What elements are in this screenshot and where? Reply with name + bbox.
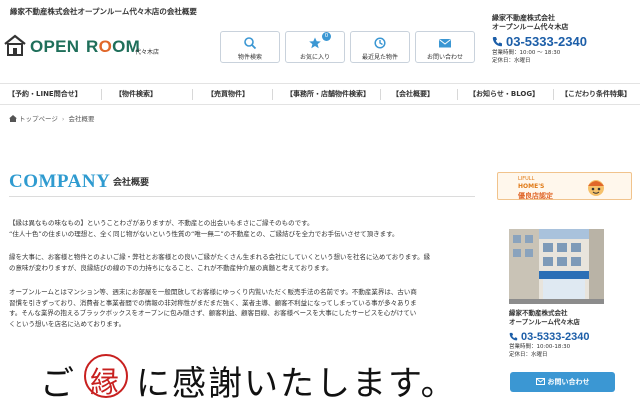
sidebar-closed: 定休日：水曜日 — [509, 352, 548, 358]
page-title: COMPANY 会社概要 — [9, 171, 475, 197]
sidebar-contact-button[interactable]: お問い合わせ — [510, 372, 615, 392]
calligraphy-prefix: ご — [40, 364, 76, 400]
logo-room-o: O — [98, 37, 113, 56]
sidebar-branch-name: オープンルーム代々木店 — [509, 318, 580, 326]
header-phone[interactable]: 03-5333-2340 — [492, 34, 632, 49]
paragraph-text: 【縁は異なもの味なもの】ということわざがありますが、不動産との出会いもまさにご縁… — [9, 219, 399, 238]
nav-item-property-search[interactable]: 【物件検索】 — [115, 84, 157, 105]
phone-icon — [492, 37, 502, 47]
sidebar-contact-label: お問い合わせ — [547, 378, 590, 386]
logo-branch: 代々木店 — [135, 49, 160, 56]
homes-badge-line3: 優良店認定 — [518, 192, 553, 200]
nav-divider — [553, 89, 554, 100]
nav-item-news-blog[interactable]: 【お知らせ・BLOG】 — [469, 84, 539, 105]
breadcrumb: トップページ › 会社概要 — [9, 113, 94, 123]
intro-paragraph-2: 縁を大事に、お客様と物件とのよいご縁・弊社とお客様との良いご縁がたくさん生まれる… — [9, 252, 479, 273]
page-title-en: COMPANY — [9, 171, 111, 192]
search-icon — [244, 37, 257, 49]
logo-room-text: ROOM — [86, 37, 140, 57]
nav-item-company[interactable]: 【会社概要】 — [392, 84, 434, 105]
contact-header-label: お問い合わせ — [426, 54, 463, 61]
nav-divider — [380, 89, 381, 100]
property-search-label: 物件検索 — [237, 54, 262, 61]
phone-icon — [509, 332, 518, 341]
favorites-button[interactable]: 0 お気に入り — [285, 31, 345, 63]
nav-item-special-features[interactable]: 【こだわり条件特集】 — [561, 84, 631, 105]
recently-viewed-button[interactable]: 最近見た物件 — [350, 31, 410, 63]
homes-badge-line2: HOME'S — [518, 183, 545, 190]
gratitude-calligraphy: ご 縁 に感謝いたします。 — [40, 354, 455, 400]
contact-header-button[interactable]: お問い合わせ — [415, 31, 475, 63]
homes-mascot-icon — [588, 180, 604, 196]
mail-icon — [535, 378, 545, 385]
header-company-name: 縁家不動産株式会社 — [492, 14, 555, 22]
nav-divider — [457, 89, 458, 100]
breadcrumb-home[interactable]: トップページ — [19, 115, 58, 123]
history-icon — [374, 37, 386, 49]
mail-icon — [438, 39, 452, 48]
nav-item-office-search[interactable]: 【事務所・店舗物件検索】 — [286, 84, 370, 105]
shop-storefront-photo — [509, 229, 604, 304]
logo-open-text: OPEN — [30, 37, 80, 56]
calligraphy-en-character: 縁 — [90, 365, 120, 399]
nav-divider — [101, 89, 102, 100]
nav-item-for-sale[interactable]: 【売買物件】 — [207, 84, 249, 105]
sidebar-phone-number: 03-5333-2340 — [521, 331, 590, 343]
favorites-label: お気に入り — [299, 54, 330, 61]
house-logo-icon — [4, 34, 26, 56]
paragraph-text: オープンルームとはマンション等、週末にお部屋を一般開放してお客様にゆっくり内覧い… — [9, 288, 417, 328]
property-search-button[interactable]: 物件検索 — [220, 31, 280, 63]
star-icon — [309, 37, 321, 49]
sidebar-company-name: 縁家不動産株式会社 — [509, 309, 568, 317]
intro-paragraph-3: オープンルームとはマンション等、週末にお部屋を一般開放してお客様にゆっくり内覧い… — [9, 287, 479, 329]
calligraphy-suffix: に感謝いたします。 — [136, 364, 457, 400]
sidebar-phone[interactable]: 03-5333-2340 — [509, 331, 634, 343]
header-phone-number: 03-5333-2340 — [506, 34, 587, 49]
global-nav: 【予約・LINE問合せ】 【物件検索】 【売買物件】 【事務所・店舗物件検索】 … — [0, 83, 640, 105]
homes-certified-badge[interactable]: LIFULL HOME'S 優良店認定 — [497, 172, 632, 200]
home-icon — [9, 115, 17, 122]
intro-paragraph-1: 【縁は異なもの味なもの】ということわざがありますが、不動産との出会いもまさにご縁… — [9, 218, 479, 239]
site-tagline: 縁家不動産株式会社オープンルーム代々木店の会社概要 — [10, 7, 197, 16]
header-closed: 定休日：水曜日 — [492, 58, 531, 64]
homes-badge-line1: LIFULL — [518, 176, 535, 182]
recently-viewed-label: 最近見た物件 — [361, 54, 398, 61]
header-branch-name: オープンルーム代々木店 — [492, 23, 569, 31]
paragraph-text: 縁を大事に、お客様と物件とのよいご縁・弊社とお客様との良いご縁がたくさん生まれる… — [9, 253, 431, 272]
nav-divider — [192, 89, 193, 100]
sidebar-company-info: 縁家不動産株式会社 オープンルーム代々木店 03-5333-2340 営業時間：… — [509, 309, 634, 359]
header-hours: 営業時間：10:00 ～ 18:30 — [492, 50, 561, 56]
nav-item-reservation[interactable]: 【予約・LINE問合せ】 — [8, 84, 82, 105]
breadcrumb-current: 会社概要 — [68, 115, 95, 123]
site-logo[interactable]: OPEN ROOM 代々木店 — [4, 34, 164, 60]
logo-room-r: R — [86, 37, 99, 56]
sidebar-hours: 営業時間：10:00-18:30 — [509, 344, 571, 350]
page-title-jp: 会社概要 — [113, 178, 150, 188]
nav-divider — [272, 89, 273, 100]
header-company-info: 縁家不動産株式会社 オープンルーム代々木店 03-5333-2340 営業時間：… — [492, 14, 632, 65]
favorites-count-badge: 0 — [322, 32, 331, 41]
breadcrumb-separator-icon: › — [61, 115, 65, 123]
